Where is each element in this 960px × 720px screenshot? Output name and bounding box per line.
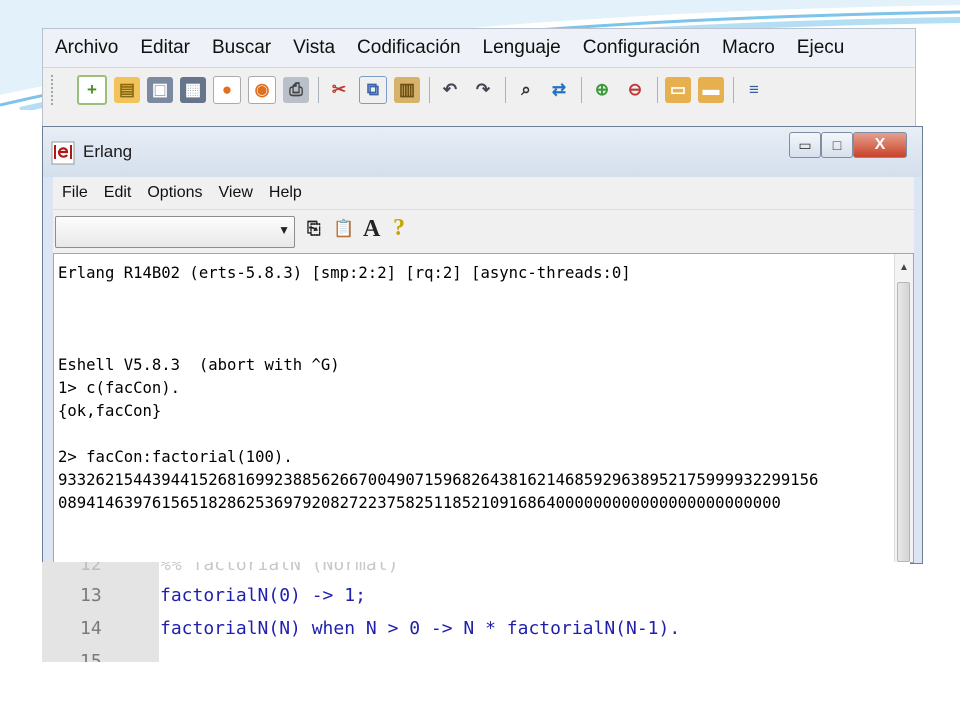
code-line: factorialN(0) -> 1; bbox=[160, 585, 366, 606]
line-number: 13 bbox=[80, 585, 102, 606]
paste-icon[interactable]: ▥ bbox=[394, 77, 420, 103]
menu-editar[interactable]: Editar bbox=[140, 37, 190, 59]
menu-ejecutar[interactable]: Ejecu bbox=[797, 37, 845, 59]
wrap-icon[interactable]: ≡ bbox=[741, 77, 767, 103]
line-number: 12 bbox=[80, 562, 102, 575]
print-icon[interactable]: ⎙ bbox=[283, 77, 309, 103]
copy-icon[interactable]: ⎘ bbox=[307, 219, 321, 239]
menu-file[interactable]: File bbox=[62, 184, 88, 202]
scroll-up-icon[interactable]: ▲ bbox=[899, 262, 909, 273]
erlang-toolbar: ▼ ⎘ 📋 A ? bbox=[53, 209, 914, 254]
code-editor: 12 %% factorialN (Normal) 13 factorialN(… bbox=[42, 562, 910, 662]
toolbar-separator bbox=[581, 77, 582, 103]
shell-console[interactable]: Erlang R14B02 (erts-5.8.3) [smp:2:2] [rq… bbox=[53, 253, 914, 563]
toolbar-separator bbox=[733, 77, 734, 103]
menu-codificacion[interactable]: Codificación bbox=[357, 37, 461, 59]
save-icon[interactable]: ▣ bbox=[147, 77, 173, 103]
notepadpp-window: Archivo Editar Buscar Vista Codificación… bbox=[42, 28, 916, 130]
menu-buscar[interactable]: Buscar bbox=[212, 37, 271, 59]
erlang-window: Erlang ▭ □ X File Edit Options View Help… bbox=[42, 126, 923, 564]
console-line: 2> facCon:factorial(100). bbox=[58, 448, 293, 466]
help-icon[interactable]: ? bbox=[393, 215, 405, 242]
vertical-scrollbar[interactable]: ▲ bbox=[894, 254, 913, 562]
close-icon[interactable]: ● bbox=[213, 76, 241, 104]
sync-h-icon[interactable]: ▬ bbox=[698, 77, 724, 103]
sync-v-icon[interactable]: ▭ bbox=[665, 77, 691, 103]
menu-macro[interactable]: Macro bbox=[722, 37, 775, 59]
save-all-icon[interactable]: ▦ bbox=[180, 77, 206, 103]
window-title: Erlang bbox=[83, 142, 133, 161]
maximize-button[interactable]: □ bbox=[821, 132, 853, 158]
replace-icon[interactable]: ⇄ bbox=[546, 77, 572, 103]
code-line: factorialN(N) when N > 0 -> N * factoria… bbox=[160, 618, 681, 639]
redo-icon[interactable]: ↷ bbox=[470, 77, 496, 103]
erlang-titlebar: Erlang ▭ □ X bbox=[43, 127, 922, 177]
notepadpp-menubar: Archivo Editar Buscar Vista Codificación… bbox=[43, 29, 915, 68]
menu-archivo[interactable]: Archivo bbox=[55, 37, 118, 59]
toolbar-separator bbox=[505, 77, 506, 103]
copy-icon[interactable]: ⧉ bbox=[359, 76, 387, 104]
history-combobox[interactable]: ▼ bbox=[55, 216, 295, 248]
paste-icon[interactable]: 📋 bbox=[333, 219, 354, 239]
find-icon[interactable]: ⌕ bbox=[513, 77, 539, 103]
console-line: Eshell V5.8.3 (abort with ^G) bbox=[58, 356, 340, 374]
line-number: 15 bbox=[80, 651, 102, 662]
menu-vista[interactable]: Vista bbox=[293, 37, 335, 59]
toolbar-separator bbox=[429, 77, 430, 103]
menu-configuracion[interactable]: Configuración bbox=[583, 37, 700, 59]
new-file-icon[interactable]: + bbox=[77, 75, 107, 105]
open-file-icon[interactable]: ▤ bbox=[114, 77, 140, 103]
minimize-button[interactable]: ▭ bbox=[789, 132, 821, 158]
toolbar-separator bbox=[318, 77, 319, 103]
console-line: 0894146397615651828625369792082722375825… bbox=[58, 494, 781, 512]
console-line: {ok,facCon} bbox=[58, 402, 162, 420]
console-line: 1> c(facCon). bbox=[58, 379, 181, 397]
font-icon[interactable]: A bbox=[363, 216, 380, 243]
chevron-down-icon[interactable]: ▼ bbox=[278, 223, 290, 237]
menu-view[interactable]: View bbox=[219, 184, 253, 202]
toolbar-separator bbox=[657, 77, 658, 103]
console-output: Erlang R14B02 (erts-5.8.3) [smp:2:2] [rq… bbox=[58, 262, 818, 515]
line-number: 14 bbox=[80, 618, 102, 639]
menu-help[interactable]: Help bbox=[269, 184, 302, 202]
erlang-menubar: File Edit Options View Help bbox=[53, 177, 914, 209]
code-line: %% factorialN (Normal) bbox=[160, 562, 399, 575]
close-button[interactable]: X bbox=[853, 132, 907, 158]
erlang-logo-icon bbox=[51, 141, 75, 165]
console-line: Erlang R14B02 (erts-5.8.3) [smp:2:2] [rq… bbox=[58, 264, 631, 282]
menu-edit[interactable]: Edit bbox=[104, 184, 132, 202]
menu-lenguaje[interactable]: Lenguaje bbox=[483, 37, 561, 59]
zoom-in-icon[interactable]: ⊕ bbox=[589, 77, 615, 103]
close-all-icon[interactable]: ◉ bbox=[248, 76, 276, 104]
undo-icon[interactable]: ↶ bbox=[437, 77, 463, 103]
line-number-gutter bbox=[42, 562, 159, 662]
menu-options[interactable]: Options bbox=[147, 184, 202, 202]
cut-icon[interactable]: ✂ bbox=[326, 77, 352, 103]
console-line: 9332621544394415268169923885626670049071… bbox=[58, 471, 819, 489]
scrollbar-thumb[interactable] bbox=[897, 282, 910, 562]
notepadpp-toolbar: + ▤ ▣ ▦ ● ◉ ⎙ ✂ ⧉ ▥ ↶ ↷ ⌕ ⇄ ⊕ ⊖ ▭ ▬ ≡ bbox=[43, 69, 915, 111]
zoom-out-icon[interactable]: ⊖ bbox=[622, 77, 648, 103]
